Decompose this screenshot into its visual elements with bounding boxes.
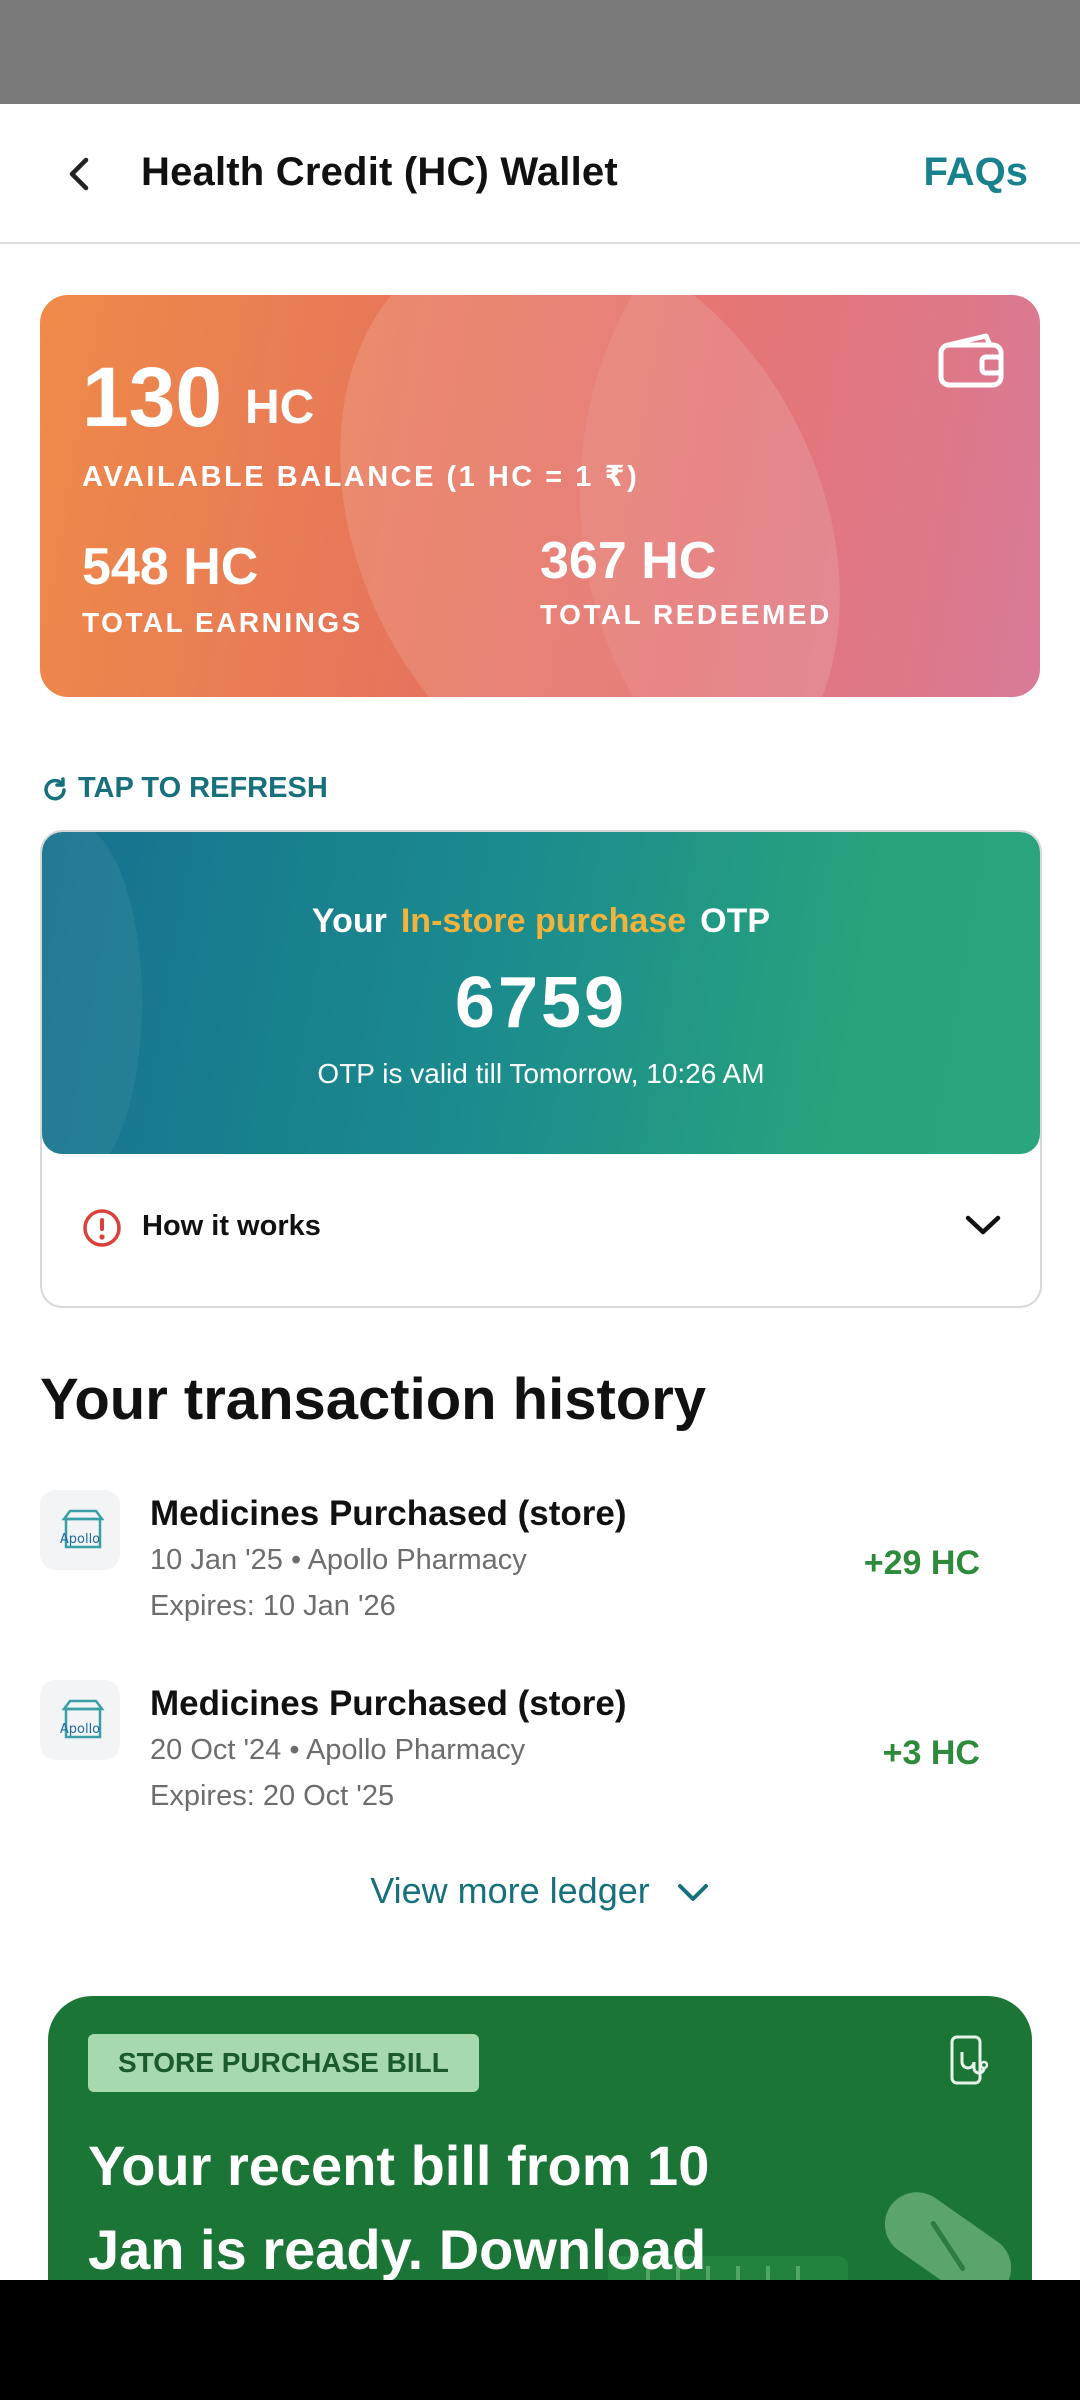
svg-text:Apollo: Apollo: [60, 1722, 100, 1737]
otp-title-highlight: In-store purchase: [400, 902, 687, 940]
transaction-title: Medicines Purchased (store): [150, 1494, 627, 1533]
total-redeemed-label: TOTAL REDEEMED: [540, 599, 832, 630]
phone-stethoscope-icon: [950, 2035, 988, 2085]
page-title: Health Credit (HC) Wallet: [141, 150, 618, 194]
how-it-works-toggle[interactable]: How it works: [42, 1154, 1040, 1304]
transaction-history-title: Your transaction history: [40, 1367, 707, 1432]
status-bar: [0, 0, 1080, 104]
available-balance: 130: [82, 350, 223, 444]
promo-tag: STORE PURCHASE BILL: [88, 2034, 479, 2092]
total-redeemed-value: 367 HC: [540, 532, 717, 590]
balance-card: 130 HC AVAILABLE BALANCE (1 HC = 1 ₹) 54…: [40, 295, 1040, 697]
promo-message: Your recent bill from 10 Jan is ready. D…: [88, 2134, 710, 2281]
total-earnings-label: TOTAL EARNINGS: [82, 607, 363, 638]
transaction-title: Medicines Purchased (store): [150, 1684, 627, 1723]
svg-text:Apollo: Apollo: [60, 1532, 100, 1547]
otp-title-prefix: Your: [311, 902, 387, 940]
how-it-works-label: How it works: [142, 1210, 321, 1242]
chevron-down-icon: [677, 1884, 708, 1902]
apollo-store-logo: Apollo: [40, 1490, 120, 1570]
transaction-row[interactable]: Apollo Medicines Purchased (store) 20 Oc…: [40, 1680, 1040, 1830]
balance-unit: HC: [245, 381, 315, 434]
otp-validity: OTP is valid till Tomorrow, 10:26 AM: [317, 1058, 765, 1089]
transaction-amount: +3 HC: [882, 1734, 980, 1772]
otp-title-suffix: OTP: [700, 902, 771, 940]
transaction-row[interactable]: Apollo Medicines Purchased (store) 10 Ja…: [40, 1490, 1040, 1640]
tap-to-refresh-button[interactable]: TAP TO REFRESH: [42, 772, 328, 805]
otp-code: 6759: [454, 963, 628, 1043]
transaction-meta: 20 Oct '24 • Apollo Pharmacy: [150, 1734, 526, 1766]
otp-title: Your In-store purchase OTP: [42, 902, 1040, 941]
apollo-store-logo: Apollo: [40, 1680, 120, 1760]
total-earnings-value: 548 HC: [82, 538, 259, 596]
otp-card: Your In-store purchase OTP 6759 OTP is val…: [40, 830, 1042, 1308]
transaction-expiry: Expires: 10 Jan '26: [150, 1590, 396, 1622]
transaction-expiry: Expires: 20 Oct '25: [150, 1780, 395, 1812]
available-balance-label: AVAILABLE BALANCE (1 HC = 1 ₹): [82, 461, 640, 493]
refresh-label: TAP TO REFRESH: [78, 772, 328, 804]
otp-banner: Your In-store purchase OTP 6759 OTP is val…: [42, 832, 1040, 1154]
back-button[interactable]: [50, 144, 110, 204]
view-more-ledger-button[interactable]: View more ledger: [0, 1870, 1080, 1912]
back-arrow-icon: [69, 157, 89, 191]
view-more-label: View more ledger: [370, 1870, 650, 1911]
system-navigation-bar: [0, 2280, 1080, 2400]
refresh-icon: [44, 776, 66, 800]
faqs-link[interactable]: FAQs: [924, 150, 1028, 195]
chevron-down-icon: [965, 1215, 1001, 1235]
wallet-icon: [938, 333, 1004, 388]
info-icon: [83, 1209, 121, 1247]
transaction-meta: 10 Jan '25 • Apollo Pharmacy: [150, 1544, 527, 1576]
app-header: Health Credit (HC) Wallet FAQs: [0, 104, 1080, 244]
transaction-amount: +29 HC: [863, 1544, 980, 1582]
